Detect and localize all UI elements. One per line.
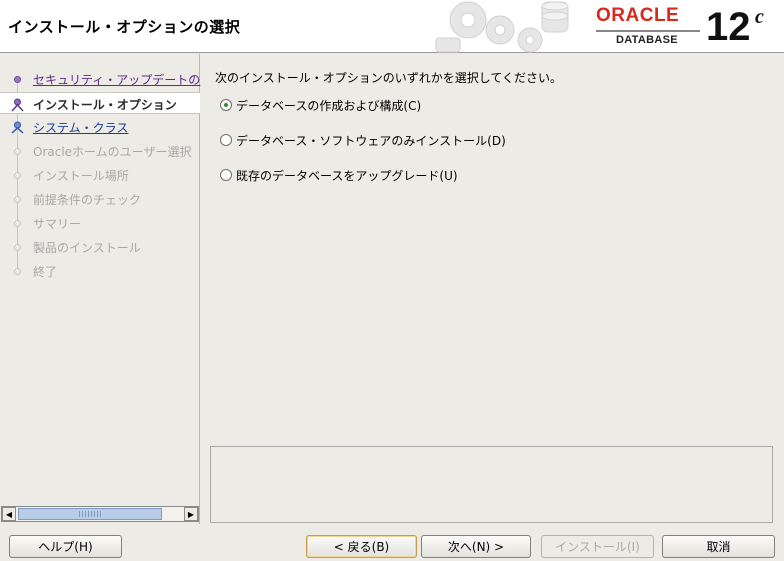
- radio-unselected[interactable]: [220, 134, 232, 146]
- step-label: Oracleホームのユーザー選択: [33, 145, 192, 159]
- back-button[interactable]: < 戻る(B): [306, 535, 417, 558]
- install-button[interactable]: インストール(I): [541, 535, 654, 558]
- step-security-updates[interactable]: セキュリティ・アップデートの: [0, 68, 200, 90]
- logo-divider: [596, 30, 700, 32]
- step-label: インストール・オプション: [33, 98, 177, 112]
- step-install-location: インストール場所: [0, 164, 200, 186]
- step-system-class[interactable]: システム・クラス: [0, 116, 200, 138]
- step-label: インストール場所: [33, 169, 129, 183]
- step-install-product: 製品のインストール: [0, 236, 200, 258]
- step-finish: 終了: [0, 260, 200, 282]
- step-pending-icon: [12, 146, 23, 157]
- step-label: 製品のインストール: [33, 241, 141, 255]
- scrollbar-thumb[interactable]: [18, 508, 162, 520]
- step-oracle-home-user: Oracleホームのユーザー選択: [0, 140, 200, 162]
- header-banner: インストール・オプションの選択 ORACLE DATABASE 12 c: [0, 0, 784, 53]
- step-next-icon: [11, 121, 24, 134]
- step-pending-icon: [12, 266, 23, 277]
- step-pending-icon: [12, 242, 23, 253]
- step-label: サマリー: [33, 217, 82, 231]
- step-summary: サマリー: [0, 212, 200, 234]
- step-pending-icon: [12, 194, 23, 205]
- step-prerequisite-check: 前提条件のチェック: [0, 188, 200, 210]
- instruction-text: 次のインストール・オプションのいずれかを選択してください。: [215, 71, 563, 85]
- gears-graphic-icon: [435, 1, 569, 53]
- main-content: 次のインストール・オプションのいずれかを選択してください。 データベースの作成お…: [201, 54, 784, 524]
- steps-horizontal-scrollbar[interactable]: ◀ ▶: [1, 506, 199, 522]
- oracle-logo: ORACLE DATABASE: [596, 6, 700, 48]
- option-label[interactable]: データベースの作成および構成(C): [236, 97, 421, 114]
- scroll-right-icon[interactable]: ▶: [184, 507, 198, 521]
- radio-selected[interactable]: [220, 99, 232, 111]
- oracle-wordmark: ORACLE: [596, 5, 680, 26]
- version-suffix: c: [755, 6, 764, 28]
- grip-icon: [79, 511, 101, 517]
- cancel-button[interactable]: 取消: [662, 535, 775, 558]
- step-pending-icon: [12, 170, 23, 181]
- option-label[interactable]: データベース・ソフトウェアのみインストール(D): [236, 132, 506, 149]
- next-button[interactable]: 次へ(N) >: [421, 535, 531, 558]
- scroll-left-icon[interactable]: ◀: [2, 507, 16, 521]
- step-current-icon: [11, 98, 24, 112]
- step-done-icon: [12, 74, 23, 85]
- help-button[interactable]: ヘルプ(H): [9, 535, 122, 558]
- option-label[interactable]: 既存のデータベースをアップグレード(U): [236, 167, 458, 184]
- step-pending-icon: [12, 218, 23, 229]
- step-label: システム・クラス: [33, 121, 129, 135]
- steps-navigation: セキュリティ・アップデートの インストール・オプション システム・クラス Ora…: [0, 54, 200, 524]
- step-label: 終了: [33, 265, 58, 279]
- message-area: [210, 446, 773, 523]
- page-title: インストール・オプションの選択: [8, 18, 241, 36]
- step-label: 前提条件のチェック: [33, 193, 142, 207]
- version-number: 12: [706, 5, 751, 49]
- product-name: DATABASE: [616, 34, 678, 46]
- step-install-option: インストール・オプション: [0, 92, 200, 114]
- radio-unselected[interactable]: [220, 169, 232, 181]
- step-label: セキュリティ・アップデートの: [33, 73, 201, 87]
